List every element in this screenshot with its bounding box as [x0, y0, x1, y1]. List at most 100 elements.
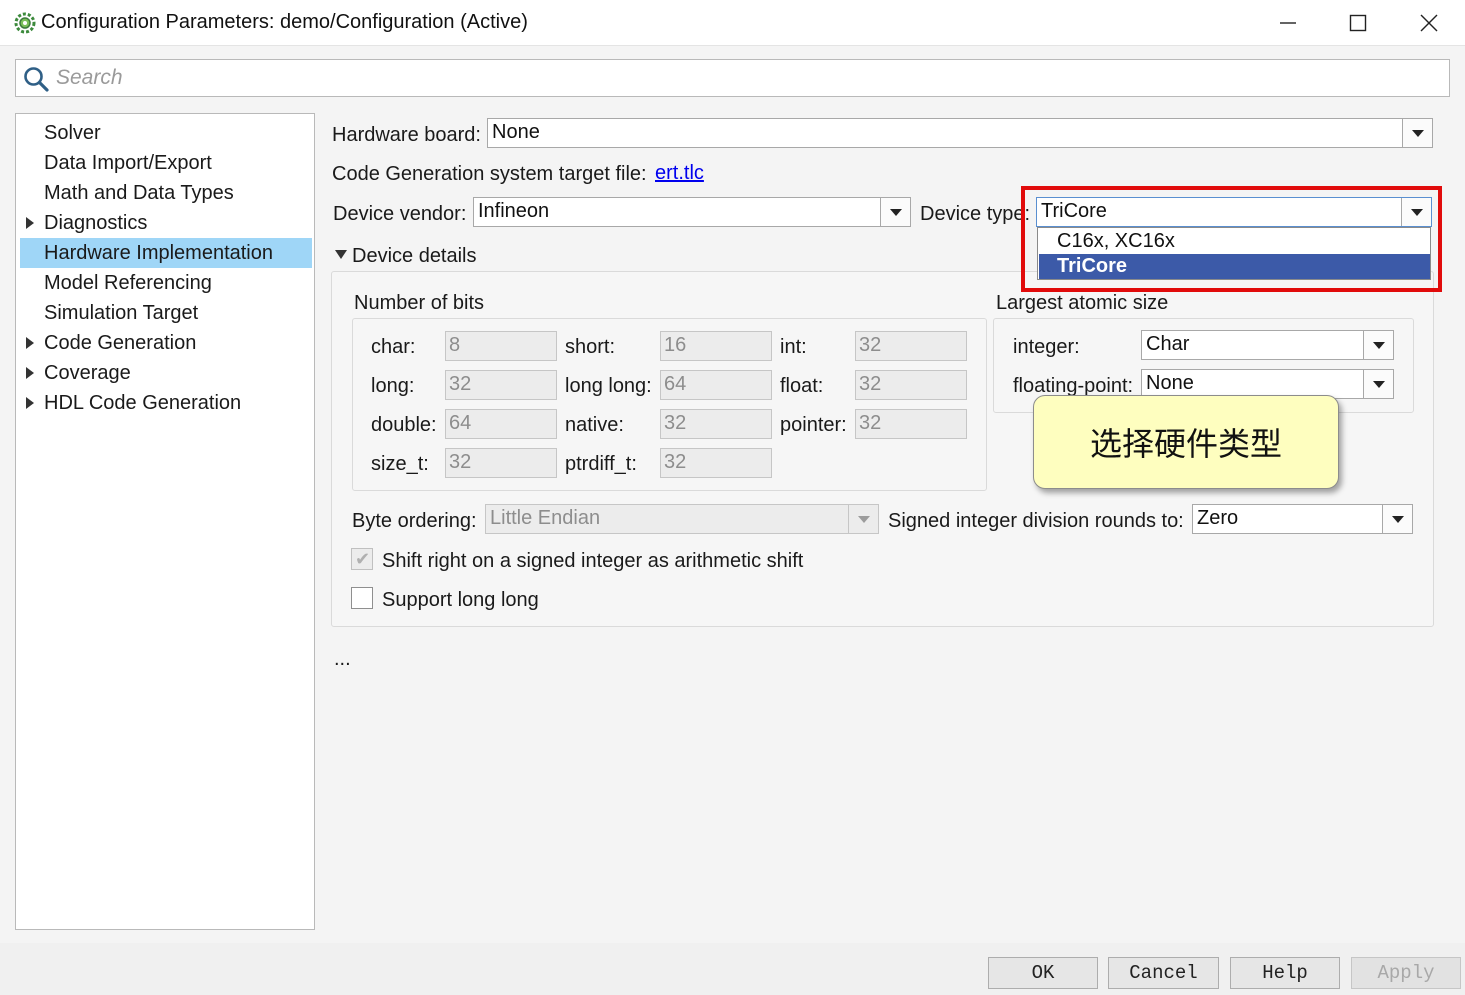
tree-item-label: Diagnostics [44, 212, 148, 234]
search-bar [15, 59, 1450, 97]
double-label: double: [371, 414, 437, 436]
ok-button[interactable]: OK [988, 957, 1098, 989]
float-bits-field: 32 [855, 370, 967, 400]
char-label: char: [371, 336, 416, 358]
expand-arrow-icon[interactable] [26, 337, 34, 349]
hardware-board-select[interactable]: None [487, 118, 1433, 148]
atomic-floating-point-value: None [1146, 372, 1194, 394]
atomic-integer-value: Char [1146, 333, 1190, 355]
byte-ordering-value: Little Endian [490, 507, 601, 529]
pointer-label: pointer: [780, 414, 847, 436]
maximize-icon [1349, 14, 1367, 32]
division-rounds-value: Zero [1197, 507, 1239, 529]
long-label: long: [371, 375, 415, 397]
int-label: int: [780, 336, 807, 358]
tree-item-label: Math and Data Types [44, 182, 234, 204]
native-bits-field: 32 [660, 409, 772, 439]
short-label: short: [565, 336, 616, 358]
division-rounds-label: Signed integer division rounds to: [888, 510, 1184, 532]
tree-item-coverage[interactable]: Coverage [20, 358, 312, 388]
expand-arrow-icon[interactable] [26, 397, 34, 409]
device-vendor-select[interactable]: Infineon [473, 197, 911, 227]
pointer-bits-field: 32 [855, 409, 967, 439]
help-button[interactable]: Help [1230, 957, 1340, 989]
tree-item-label: HDL Code Generation [44, 392, 242, 414]
ptrdiff-t-bits-field: 32 [660, 448, 772, 478]
size-t-label: size_t: [371, 453, 429, 475]
device-type-dropdown-list: C16x, XC16x TriCore [1037, 227, 1431, 280]
search-input[interactable] [56, 63, 1436, 93]
tree-item-label: Hardware Implementation [44, 242, 273, 264]
chevron-down-icon[interactable] [1363, 331, 1393, 359]
atomic-integer-select[interactable]: Char [1141, 330, 1394, 360]
chevron-down-icon[interactable] [1363, 370, 1393, 398]
hardware-board-value: None [492, 121, 540, 143]
more-ellipsis: ... [334, 648, 351, 670]
chevron-down-icon[interactable] [1401, 198, 1431, 226]
cancel-button[interactable]: Cancel [1108, 957, 1219, 989]
tree-item-diagnostics[interactable]: Diagnostics [20, 208, 312, 238]
float-label: float: [780, 375, 824, 397]
tree-item-data-import-export[interactable]: Data Import/Export [20, 148, 312, 178]
shift-right-checkbox: ✔ [351, 548, 373, 570]
support-long-long-label[interactable]: Support long long [382, 589, 539, 612]
device-type-value: TriCore [1041, 200, 1107, 222]
tree-item-math-and-data-types[interactable]: Math and Data Types [20, 178, 312, 208]
window-title: Configuration Parameters: demo/Configura… [41, 11, 528, 33]
device-details-header[interactable]: Device details [352, 245, 477, 268]
byte-ordering-label: Byte ordering: [352, 510, 477, 532]
chevron-down-icon [848, 505, 878, 533]
device-vendor-label: Device vendor: [333, 203, 467, 225]
support-long-long-checkbox[interactable] [351, 587, 373, 609]
double-bits-field: 64 [445, 409, 557, 439]
short-bits-field: 16 [660, 331, 772, 361]
title-bar: Configuration Parameters: demo/Configura… [0, 0, 1465, 46]
char-bits-field: 8 [445, 331, 557, 361]
number-of-bits-title: Number of bits [354, 292, 485, 314]
tree-item-label: Data Import/Export [44, 152, 212, 174]
chevron-down-icon[interactable] [880, 198, 910, 226]
size-t-bits-field: 32 [445, 448, 557, 478]
device-type-select[interactable]: TriCore [1036, 197, 1432, 227]
tree-item-simulation-target[interactable]: Simulation Target [20, 298, 312, 328]
close-button[interactable] [1394, 0, 1464, 46]
category-tree: Solver Data Import/Export Math and Data … [15, 113, 315, 930]
minimize-icon [1280, 22, 1296, 24]
device-vendor-value: Infineon [478, 200, 550, 222]
hardware-board-label: Hardware board: [332, 124, 481, 146]
tree-item-label: Solver [44, 122, 101, 144]
search-icon [24, 67, 49, 92]
tree-item-hardware-implementation[interactable]: Hardware Implementation [20, 238, 312, 268]
minimize-button[interactable] [1253, 0, 1323, 46]
dropdown-option-tricore[interactable]: TriCore [1039, 254, 1430, 279]
atomic-integer-label: integer: [1013, 336, 1080, 358]
annotation-callout: 选择硬件类型 [1033, 395, 1339, 489]
close-icon [1420, 14, 1438, 32]
division-rounds-select[interactable]: Zero [1192, 504, 1413, 534]
chevron-down-icon[interactable] [1382, 505, 1412, 533]
maximize-button[interactable] [1323, 0, 1393, 46]
tree-item-label: Code Generation [44, 332, 197, 354]
collapse-arrow-icon[interactable] [335, 250, 347, 259]
chevron-down-icon[interactable] [1402, 119, 1432, 147]
tree-item-label: Coverage [44, 362, 131, 384]
gear-icon [14, 12, 36, 34]
tree-item-code-generation[interactable]: Code Generation [20, 328, 312, 358]
tree-item-solver[interactable]: Solver [20, 118, 312, 148]
long-long-label: long long: [565, 375, 652, 397]
largest-atomic-size-title: Largest atomic size [996, 292, 1169, 314]
dropdown-option-c16x[interactable]: C16x, XC16x [1039, 229, 1430, 254]
long-bits-field: 32 [445, 370, 557, 400]
tree-item-label: Model Referencing [44, 272, 212, 294]
int-bits-field: 32 [855, 331, 967, 361]
target-file-link[interactable]: ert.tlc [655, 162, 704, 185]
byte-ordering-select: Little Endian [485, 504, 879, 534]
target-file-label: Code Generation system target file: [332, 163, 647, 185]
tree-item-label: Simulation Target [44, 302, 199, 324]
tree-item-model-referencing[interactable]: Model Referencing [20, 268, 312, 298]
tree-item-hdl-code-generation[interactable]: HDL Code Generation [20, 388, 312, 418]
expand-arrow-icon[interactable] [26, 217, 34, 229]
expand-arrow-icon[interactable] [26, 367, 34, 379]
ptrdiff-t-label: ptrdiff_t: [565, 453, 637, 475]
apply-button: Apply [1351, 957, 1461, 989]
